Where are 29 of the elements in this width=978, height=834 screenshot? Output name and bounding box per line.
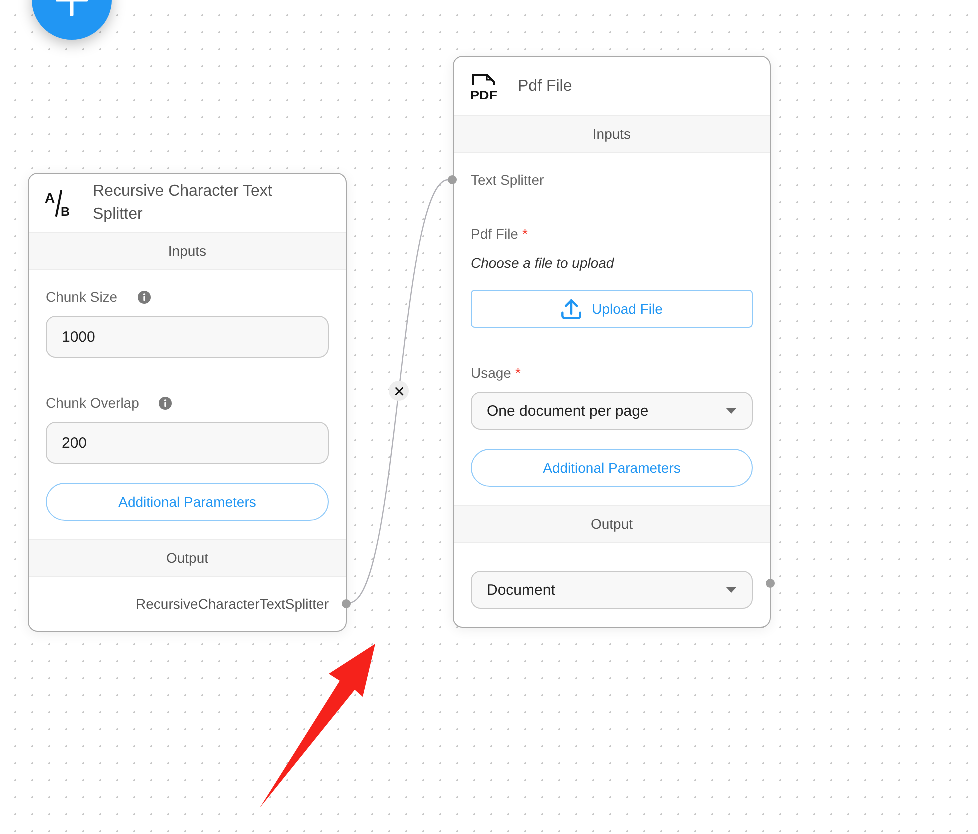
dropdown-field[interactable]: Document <box>471 571 753 609</box>
section-header: Output <box>454 505 770 543</box>
section-header: Inputs <box>29 232 346 270</box>
info-icon[interactable] <box>138 290 151 304</box>
file-hint-text: Choose a file to upload <box>471 254 616 273</box>
upload-icon <box>561 298 582 320</box>
output-label: RecursiveCharacterTextSplitter <box>136 596 329 612</box>
edge-delete-button[interactable] <box>389 381 409 401</box>
node-title: Recursive Character Text Splitter <box>93 182 274 225</box>
info-icon[interactable] <box>159 396 172 410</box>
number-input-field[interactable]: 1000 <box>46 316 329 358</box>
connection-handle[interactable] <box>342 600 351 608</box>
connection-handle[interactable] <box>448 176 457 184</box>
connection-handle[interactable] <box>766 579 775 588</box>
number-input-field[interactable]: 200 <box>46 422 329 464</box>
close-icon <box>394 386 404 396</box>
dropdown-field[interactable]: One document per page <box>471 392 753 430</box>
field-label: Chunk Size <box>46 288 118 307</box>
field-label: Chunk Overlap <box>46 394 140 413</box>
required-mark: * <box>515 364 521 383</box>
section-header: Inputs <box>454 115 770 153</box>
field-label: Pdf File <box>471 225 518 244</box>
field-label: Text Splitter <box>471 171 544 190</box>
section-header: Output <box>29 539 346 577</box>
field-label: Usage <box>471 364 512 383</box>
required-mark: * <box>522 225 528 244</box>
caret-icon <box>726 408 737 414</box>
node-title: Pdf File <box>518 76 572 96</box>
caret-icon <box>726 587 737 593</box>
